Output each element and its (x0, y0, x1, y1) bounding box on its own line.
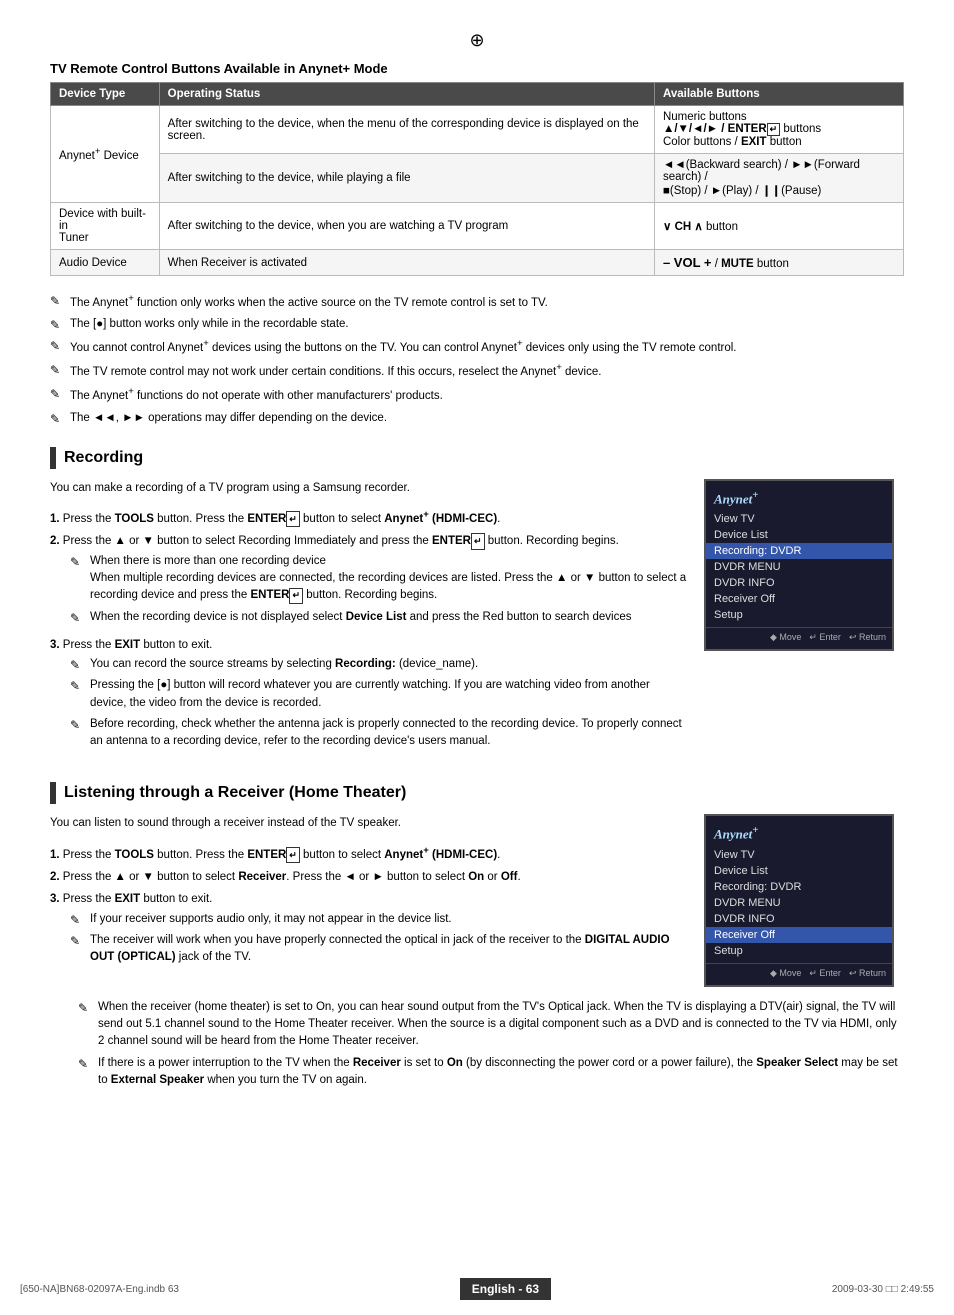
compass-symbol: ⊕ (469, 30, 484, 50)
table-row: Anynet+ Device After switching to the de… (51, 106, 904, 154)
listening-anynet-menu: Anynet+ View TV Device List Recording: D… (704, 814, 894, 986)
step-3: 3. Press the EXIT button to exit. If you… (50, 888, 688, 974)
recording-menu-col: Anynet+ View TV Device List Recording: D… (704, 479, 904, 767)
footer-enter: ↵ Enter (809, 632, 841, 643)
sub-note: If your receiver supports audio only, it… (70, 909, 688, 930)
note-item: The Anynet+ functions do not operate wit… (50, 383, 904, 407)
note-item: You cannot control Anynet+ devices using… (50, 335, 904, 359)
listening-title: Listening through a Receiver (Home Theat… (64, 784, 406, 802)
buttons-anynet-2: ◄◄(Backward search) / ►►(Forward search)… (654, 154, 903, 203)
footer-move: ◆ Move (770, 632, 801, 643)
table-row: After switching to the device, while pla… (51, 154, 904, 203)
step-1: 1. Press the TOOLS button. Press the ENT… (50, 505, 688, 530)
step2-notes: When there is more than one recording de… (70, 551, 688, 628)
menu-footer: ◆ Move ↵ Enter ↩ Return (706, 627, 892, 643)
recording-intro: You can make a recording of a TV program… (50, 479, 688, 497)
col-header-device: Device Type (51, 83, 160, 106)
page-number-box: English - 63 (460, 1278, 551, 1300)
sub-note: When the receiver (home theater) is set … (78, 997, 904, 1053)
footer-return: ↩ Return (849, 968, 886, 979)
menu-item-dvdrmenu: DVDR MENU (706, 895, 892, 911)
recording-heading: Recording (50, 447, 904, 469)
menu-item-setup: Setup (706, 943, 892, 959)
menu-item-devicelist: Device List (706, 527, 892, 543)
menu-title: Anynet+ (706, 822, 892, 846)
col-header-buttons: Available Buttons (654, 83, 903, 106)
recording-section: Recording You can make a recording of a … (50, 447, 904, 767)
device-audio: Audio Device (51, 250, 160, 276)
listening-text-col: You can listen to sound through a receiv… (50, 814, 688, 986)
step3-notes: You can record the source streams by sel… (70, 654, 688, 752)
menu-item-viewtv: View TV (706, 847, 892, 863)
page-footer: [650-NA]BN68-02097A-Eng.indb 63 English … (0, 1278, 954, 1300)
sub-note: Before recording, check whether the ante… (70, 714, 688, 753)
menu-item-viewtv: View TV (706, 511, 892, 527)
recording-content: You can make a recording of a TV program… (50, 479, 904, 767)
remote-control-table: Device Type Operating Status Available B… (50, 82, 904, 276)
note-item: The TV remote control may not work under… (50, 359, 904, 383)
sub-note: If there is a power interruption to the … (78, 1053, 904, 1092)
status-tuner: After switching to the device, when you … (159, 203, 654, 250)
listening-intro: You can listen to sound through a receiv… (50, 814, 688, 832)
listening-content: You can listen to sound through a receiv… (50, 814, 904, 986)
status-anynet-2: After switching to the device, while pla… (159, 154, 654, 203)
footer-left: [650-NA]BN68-02097A-Eng.indb 63 (20, 1284, 179, 1295)
menu-item-dvdrinfo: DVDR INFO (706, 575, 892, 591)
menu-title: Anynet+ (706, 487, 892, 511)
recording-text-col: You can make a recording of a TV program… (50, 479, 688, 767)
recording-title: Recording (64, 449, 143, 467)
sub-note: When there is more than one recording de… (70, 551, 688, 607)
col-header-status: Operating Status (159, 83, 654, 106)
device-tuner: Device with built-inTuner (51, 203, 160, 250)
footer-enter: ↵ Enter (809, 968, 841, 979)
recording-steps: 1. Press the TOOLS button. Press the ENT… (50, 505, 688, 758)
recording-anynet-menu: Anynet+ View TV Device List Recording: D… (704, 479, 894, 651)
section-bar (50, 447, 56, 469)
listening-sub-notes: If your receiver supports audio only, it… (70, 909, 688, 969)
listening-steps: 1. Press the TOOLS button. Press the ENT… (50, 841, 688, 975)
page-container: ⊕ TV Remote Control Buttons Available in… (0, 0, 954, 1315)
section-bar (50, 782, 56, 804)
step-2: 2. Press the ▲ or ▼ button to select Rec… (50, 530, 688, 633)
listening-section: Listening through a Receiver (Home Theat… (50, 782, 904, 1091)
listening-heading: Listening through a Receiver (Home Theat… (50, 782, 904, 804)
buttons-anynet-1: Numeric buttons ▲/▼/◄/► / ENTER↵ buttons… (654, 106, 903, 154)
buttons-tuner: ∨ CH ∧ button (654, 203, 903, 250)
device-anynet: Anynet+ Device (51, 106, 160, 203)
step-3: 3. Press the EXIT button to exit. You ca… (50, 634, 688, 759)
menu-item-devicelist: Device List (706, 863, 892, 879)
menu-item-recording: Recording: DVDR (706, 543, 892, 559)
sub-note: The receiver will work when you have pro… (70, 930, 688, 969)
table-title: TV Remote Control Buttons Available in A… (50, 61, 904, 76)
menu-footer: ◆ Move ↵ Enter ↩ Return (706, 963, 892, 979)
listening-menu-col: Anynet+ View TV Device List Recording: D… (704, 814, 904, 986)
notes-list: The Anynet+ function only works when the… (50, 290, 904, 429)
status-audio: When Receiver is activated (159, 250, 654, 276)
menu-item-receiveroff: Receiver Off (706, 591, 892, 607)
page-number: English - 63 (472, 1282, 539, 1296)
menu-item-dvdrmenu: DVDR MENU (706, 559, 892, 575)
menu-item-dvdrinfo: DVDR INFO (706, 911, 892, 927)
sub-note: When the recording device is not display… (70, 607, 688, 628)
note-item: The Anynet+ function only works when the… (50, 290, 904, 314)
note-item: The [●] button works only while in the r… (50, 314, 904, 335)
footer-return: ↩ Return (849, 632, 886, 643)
sub-note: You can record the source streams by sel… (70, 654, 688, 675)
buttons-audio: – VOL + / MUTE button (654, 250, 903, 276)
menu-item-setup: Setup (706, 607, 892, 623)
step-2: 2. Press the ▲ or ▼ button to select Rec… (50, 866, 688, 888)
footer-move: ◆ Move (770, 968, 801, 979)
menu-item-receiveroff: Receiver Off (706, 927, 892, 943)
table-row: Device with built-inTuner After switchin… (51, 203, 904, 250)
menu-item-recording: Recording: DVDR (706, 879, 892, 895)
listening-extra-notes: When the receiver (home theater) is set … (78, 997, 904, 1091)
footer-right: 2009-03-30 □□ 2:49:55 (832, 1284, 934, 1295)
status-anynet-1: After switching to the device, when the … (159, 106, 654, 154)
sub-note: Pressing the [●] button will record what… (70, 675, 688, 714)
top-compass: ⊕ (50, 30, 904, 51)
step-1: 1. Press the TOOLS button. Press the ENT… (50, 841, 688, 866)
note-item: The ◄◄, ►► operations may differ dependi… (50, 408, 904, 429)
table-row: Audio Device When Receiver is activated … (51, 250, 904, 276)
